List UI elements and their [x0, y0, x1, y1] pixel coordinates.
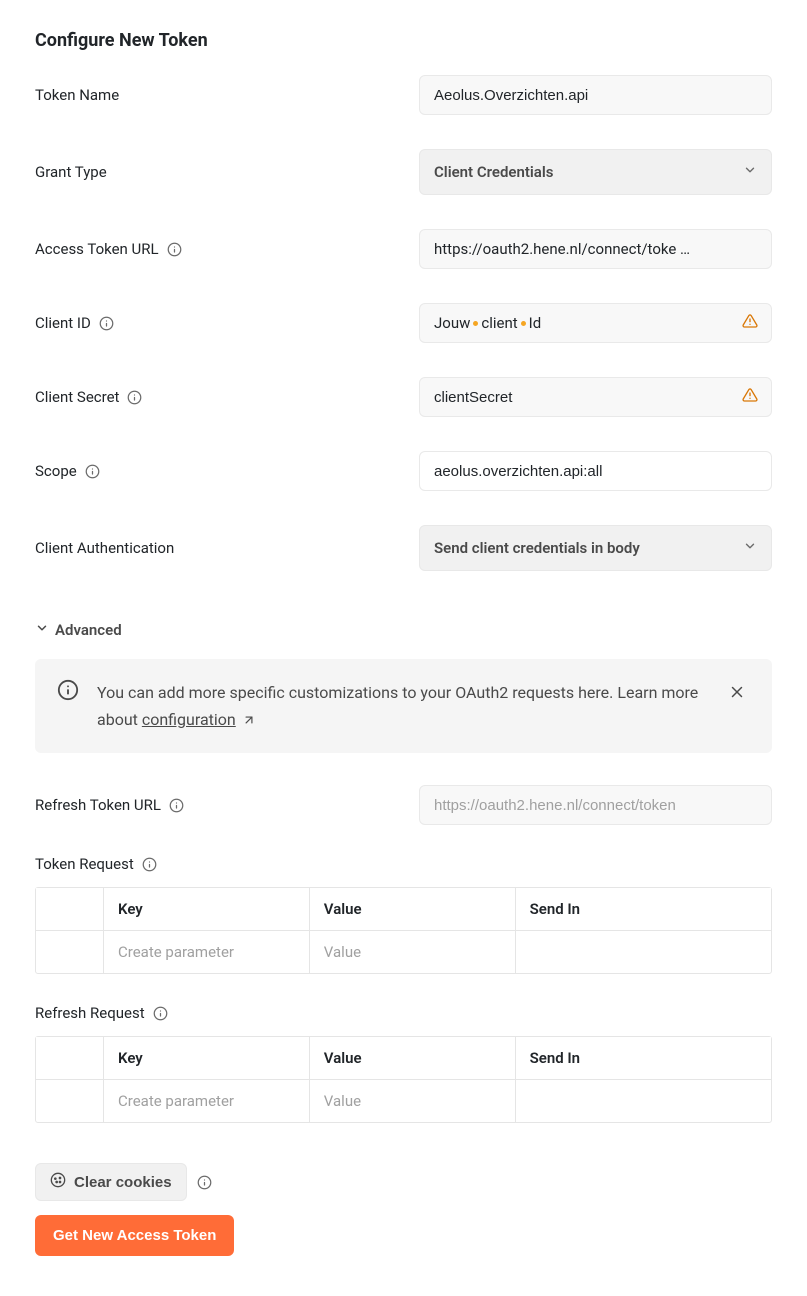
- clear-cookies-label: Clear cookies: [74, 1174, 172, 1191]
- row-blank[interactable]: [36, 1080, 104, 1122]
- footer-row: Clear cookies: [35, 1163, 772, 1201]
- info-icon[interactable]: [85, 464, 100, 479]
- label-client-id-text: Client ID: [35, 314, 91, 332]
- input-token-name[interactable]: [419, 75, 772, 115]
- info-icon[interactable]: [167, 242, 182, 257]
- label-grant-type: Grant Type: [35, 163, 419, 181]
- select-client-auth[interactable]: Send client credentials in body: [419, 525, 772, 571]
- input-client-id[interactable]: Jouw client Id: [419, 303, 772, 343]
- input-refresh-token-url[interactable]: [419, 785, 772, 825]
- row-client-secret: Client Secret: [35, 377, 772, 417]
- input-access-token-url-text: https://oauth2.hene.nl/connect/toke …: [434, 240, 690, 258]
- client-id-part-1: client: [481, 314, 517, 332]
- table-row: Create parameter Value: [36, 931, 771, 973]
- clear-cookies-button[interactable]: Clear cookies: [35, 1163, 187, 1201]
- chevron-down-icon: [743, 163, 757, 181]
- label-scope-text: Scope: [35, 462, 77, 480]
- row-access-token-url: Access Token URL https://oauth2.hene.nl/…: [35, 229, 772, 269]
- cell-key[interactable]: Create parameter: [104, 1080, 310, 1122]
- header-key: Key: [104, 1037, 310, 1080]
- label-refresh-request-text: Refresh Request: [35, 1004, 145, 1022]
- table-header-row: Key Value Send In: [36, 888, 771, 931]
- select-grant-type[interactable]: Client Credentials: [419, 149, 772, 195]
- row-token-name: Token Name: [35, 75, 772, 115]
- label-client-auth: Client Authentication: [35, 539, 419, 557]
- advanced-toggle[interactable]: Advanced: [35, 621, 772, 639]
- header-key: Key: [104, 888, 310, 931]
- label-refresh-request: Refresh Request: [35, 1004, 772, 1022]
- row-refresh-token-url: Refresh Token URL: [35, 785, 772, 825]
- client-id-part-2: Id: [529, 314, 542, 332]
- label-scope: Scope: [35, 462, 419, 480]
- input-client-secret[interactable]: [419, 377, 772, 417]
- advanced-label: Advanced: [55, 621, 122, 639]
- row-client-auth: Client Authentication Send client creden…: [35, 525, 772, 571]
- info-icon[interactable]: [99, 316, 114, 331]
- section-title: Configure New Token: [35, 30, 772, 51]
- chevron-down-icon: [35, 621, 49, 639]
- separator-dot-icon: [521, 321, 526, 326]
- cell-value[interactable]: Value: [310, 1080, 516, 1122]
- configuration-link[interactable]: configuration: [142, 710, 236, 729]
- warning-icon[interactable]: [742, 313, 758, 333]
- label-token-request-text: Token Request: [35, 855, 134, 873]
- row-client-id: Client ID Jouw client Id: [35, 303, 772, 343]
- info-banner: You can add more specific customizations…: [35, 659, 772, 753]
- label-refresh-token-url: Refresh Token URL: [35, 796, 419, 814]
- token-request-table: Key Value Send In Create parameter Value: [35, 887, 772, 974]
- label-client-secret: Client Secret: [35, 388, 419, 406]
- cell-sendin[interactable]: [516, 1080, 771, 1122]
- info-icon[interactable]: [142, 857, 157, 872]
- row-grant-type: Grant Type Client Credentials: [35, 149, 772, 195]
- cookie-icon: [50, 1172, 66, 1192]
- cell-sendin[interactable]: [516, 931, 771, 973]
- client-id-part-0: Jouw: [434, 314, 470, 332]
- get-new-access-token-button[interactable]: Get New Access Token: [35, 1215, 234, 1256]
- label-token-request: Token Request: [35, 855, 772, 873]
- header-sendin: Send In: [516, 888, 771, 931]
- info-icon[interactable]: [153, 1006, 168, 1021]
- warning-icon[interactable]: [742, 387, 758, 407]
- chevron-down-icon: [743, 539, 757, 557]
- table-header-row: Key Value Send In: [36, 1037, 771, 1080]
- select-grant-type-value: Client Credentials: [434, 163, 553, 181]
- info-icon[interactable]: [197, 1175, 212, 1190]
- header-blank: [36, 1037, 104, 1080]
- label-client-id: Client ID: [35, 314, 419, 332]
- input-access-token-url[interactable]: https://oauth2.hene.nl/connect/toke …: [419, 229, 772, 269]
- header-sendin: Send In: [516, 1037, 771, 1080]
- select-client-auth-value: Send client credentials in body: [434, 539, 640, 557]
- separator-dot-icon: [473, 321, 478, 326]
- external-link-icon: [240, 710, 256, 729]
- header-value: Value: [310, 1037, 516, 1080]
- info-banner-message: You can add more specific customizations…: [97, 679, 706, 733]
- header-value: Value: [310, 888, 516, 931]
- input-scope[interactable]: [419, 451, 772, 491]
- label-refresh-token-url-text: Refresh Token URL: [35, 796, 161, 814]
- refresh-request-table: Key Value Send In Create parameter Value: [35, 1036, 772, 1123]
- row-scope: Scope: [35, 451, 772, 491]
- label-client-secret-text: Client Secret: [35, 388, 119, 406]
- info-icon[interactable]: [169, 798, 184, 813]
- label-access-token-url: Access Token URL: [35, 240, 419, 258]
- info-icon[interactable]: [127, 390, 142, 405]
- row-blank[interactable]: [36, 931, 104, 973]
- info-icon: [57, 679, 79, 705]
- close-icon[interactable]: [724, 679, 750, 709]
- label-token-name: Token Name: [35, 86, 419, 104]
- header-blank: [36, 888, 104, 931]
- label-access-token-url-text: Access Token URL: [35, 240, 159, 258]
- cell-key[interactable]: Create parameter: [104, 931, 310, 973]
- table-row: Create parameter Value: [36, 1080, 771, 1122]
- cell-value[interactable]: Value: [310, 931, 516, 973]
